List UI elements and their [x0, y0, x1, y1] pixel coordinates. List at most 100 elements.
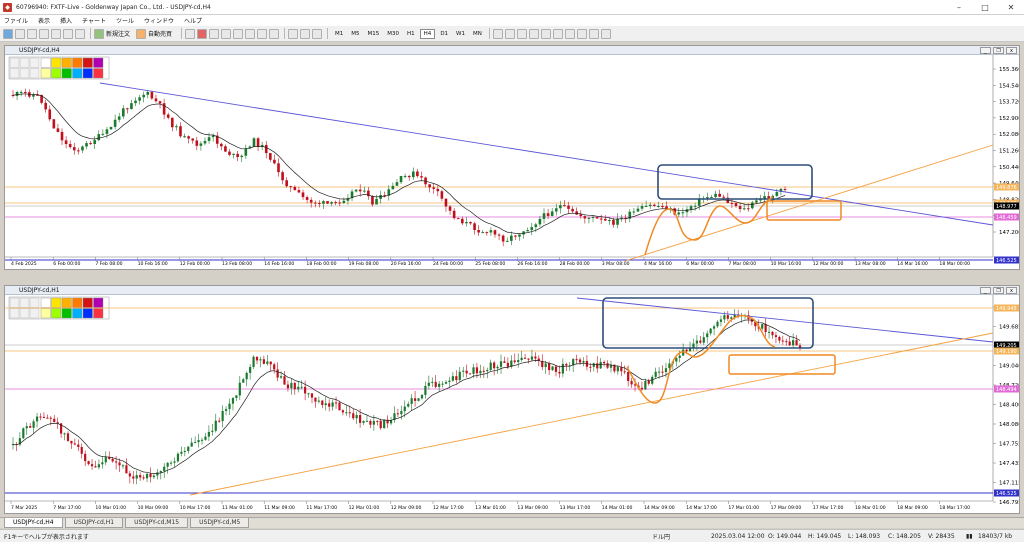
auto-trade-button[interactable]: 自動売買: [136, 28, 172, 39]
color-swatch[interactable]: [93, 68, 104, 79]
chart-canvas[interactable]: 155.360 154.540 153.720 152.900 152.080 151.2…: [5, 55, 1019, 269]
timeframe-d1[interactable]: D1: [437, 30, 451, 38]
chart-canvas[interactable]: 150.010149.685149.365149.040148.720148.4…: [5, 295, 1019, 513]
label-icon[interactable]: [588, 28, 599, 39]
periods-icon[interactable]: [300, 28, 311, 39]
color-swatch[interactable]: [40, 308, 51, 319]
color-swatch[interactable]: [61, 308, 72, 319]
tab-usdjpy-m5[interactable]: USDJPY-cd,M5: [190, 518, 250, 528]
eraser-tool-icon[interactable]: [29, 308, 40, 319]
chart-minimize-icon[interactable]: _: [980, 287, 991, 294]
vertical-line-icon[interactable]: [516, 28, 527, 39]
timeframe-w1[interactable]: W1: [453, 30, 468, 38]
chart-window-h4[interactable]: USDJPY-cd,H4 _ ❐ x 155.360 154.540 153.720…: [4, 45, 1020, 270]
resistance-zone-box[interactable]: [602, 297, 814, 349]
autoscroll-icon[interactable]: [269, 28, 280, 39]
channel-icon[interactable]: [552, 28, 563, 39]
fibonacci-icon[interactable]: [564, 28, 575, 39]
chart-window-h1[interactable]: USDJPY-cd,H1 _ ❐ x 150.010149.685149.365…: [4, 285, 1020, 514]
wave-pattern-drawing[interactable]: [644, 196, 774, 256]
wave-pattern-drawing[interactable]: [626, 314, 776, 404]
menu-charts[interactable]: チャート: [82, 16, 106, 25]
cursor-tool-icon[interactable]: [9, 57, 20, 68]
chart-close-icon[interactable]: x: [1006, 47, 1017, 54]
text-icon[interactable]: [576, 28, 587, 39]
timeframe-h1[interactable]: H1: [404, 30, 418, 38]
horizontal-line-icon[interactable]: [528, 28, 539, 39]
new-order-button[interactable]: 新規注文: [94, 28, 130, 39]
chart-shift-icon[interactable]: [257, 28, 268, 39]
profiles-icon[interactable]: [15, 28, 25, 39]
chart-restore-icon[interactable]: ❐: [993, 287, 1004, 294]
color-swatch[interactable]: [82, 68, 93, 79]
pencil-tool-icon[interactable]: [29, 297, 40, 308]
menu-file[interactable]: ファイル: [4, 16, 28, 25]
menu-help[interactable]: ヘルプ: [184, 16, 202, 25]
blue-trendline[interactable]: [576, 297, 994, 343]
chart-restore-icon[interactable]: ❐: [993, 47, 1004, 54]
terminal-icon[interactable]: [63, 28, 73, 39]
line-chart-icon[interactable]: [209, 28, 220, 39]
color-swatch[interactable]: [72, 308, 83, 319]
bar-chart-icon[interactable]: [185, 28, 196, 39]
line-tool-icon[interactable]: [9, 68, 20, 79]
cursor-icon[interactable]: [492, 28, 503, 39]
indicators-icon[interactable]: [288, 28, 299, 39]
data-window-icon[interactable]: [39, 28, 49, 39]
cursor-tool-icon[interactable]: [9, 297, 20, 308]
market-watch-icon[interactable]: [27, 28, 37, 39]
color-swatch[interactable]: [51, 308, 62, 319]
support-zone-box[interactable]: [728, 354, 836, 375]
dot-tool-icon[interactable]: [19, 68, 30, 79]
chart-close-icon[interactable]: x: [1006, 287, 1017, 294]
crosshair-tool-icon[interactable]: [19, 297, 30, 308]
tile-windows-icon[interactable]: [245, 28, 256, 39]
timeframe-m30[interactable]: M30: [384, 30, 402, 38]
resistance-zone-box[interactable]: [657, 164, 813, 200]
chart-minimize-icon[interactable]: _: [980, 47, 991, 54]
timeframe-h4[interactable]: H4: [419, 28, 436, 39]
color-swatch[interactable]: [82, 57, 93, 68]
zoom-in-icon[interactable]: [221, 28, 232, 39]
color-swatch[interactable]: [51, 57, 62, 68]
color-swatch[interactable]: [51, 297, 62, 308]
timeframe-m1[interactable]: M1: [332, 30, 346, 38]
menu-window[interactable]: ウィンドウ: [144, 16, 174, 25]
close-icon[interactable]: ✕: [998, 0, 1024, 15]
trendline-icon[interactable]: [540, 28, 551, 39]
menu-tools[interactable]: ツール: [116, 16, 134, 25]
tab-usdjpy-h4[interactable]: USDJPY-cd,H4: [4, 518, 63, 528]
orange-trendline[interactable]: [189, 332, 994, 496]
color-swatch[interactable]: [40, 57, 51, 68]
color-swatch[interactable]: [93, 57, 104, 68]
candlestick-icon[interactable]: [197, 28, 208, 39]
timeframe-m15[interactable]: M15: [365, 30, 383, 38]
eraser-tool-icon[interactable]: [29, 68, 40, 79]
color-swatch[interactable]: [72, 68, 83, 79]
tab-usdjpy-m15[interactable]: USDJPY-cd,M15: [125, 518, 189, 528]
color-swatch[interactable]: [61, 68, 72, 79]
templates-icon[interactable]: [312, 28, 323, 39]
menu-view[interactable]: 表示: [38, 16, 50, 25]
new-chart-icon[interactable]: [3, 28, 13, 39]
color-swatch[interactable]: [40, 297, 51, 308]
crosshair-icon[interactable]: [504, 28, 515, 39]
line-tool-icon[interactable]: [9, 308, 20, 319]
color-swatch[interactable]: [82, 297, 93, 308]
color-swatch[interactable]: [51, 68, 62, 79]
color-swatch[interactable]: [93, 308, 104, 319]
navigator-icon[interactable]: [51, 28, 61, 39]
crosshair-tool-icon[interactable]: [19, 57, 30, 68]
minimize-icon[interactable]: –: [946, 0, 972, 15]
color-swatch[interactable]: [82, 308, 93, 319]
tab-usdjpy-h1[interactable]: USDJPY-cd,H1: [64, 518, 124, 528]
color-swatch[interactable]: [61, 57, 72, 68]
menu-insert[interactable]: 挿入: [60, 16, 72, 25]
pencil-tool-icon[interactable]: [29, 57, 40, 68]
dot-tool-icon[interactable]: [19, 308, 30, 319]
color-swatch[interactable]: [72, 57, 83, 68]
color-swatch[interactable]: [72, 297, 83, 308]
zoom-out-icon[interactable]: [233, 28, 244, 39]
color-swatch[interactable]: [61, 297, 72, 308]
timeframe-m5[interactable]: M5: [348, 30, 362, 38]
